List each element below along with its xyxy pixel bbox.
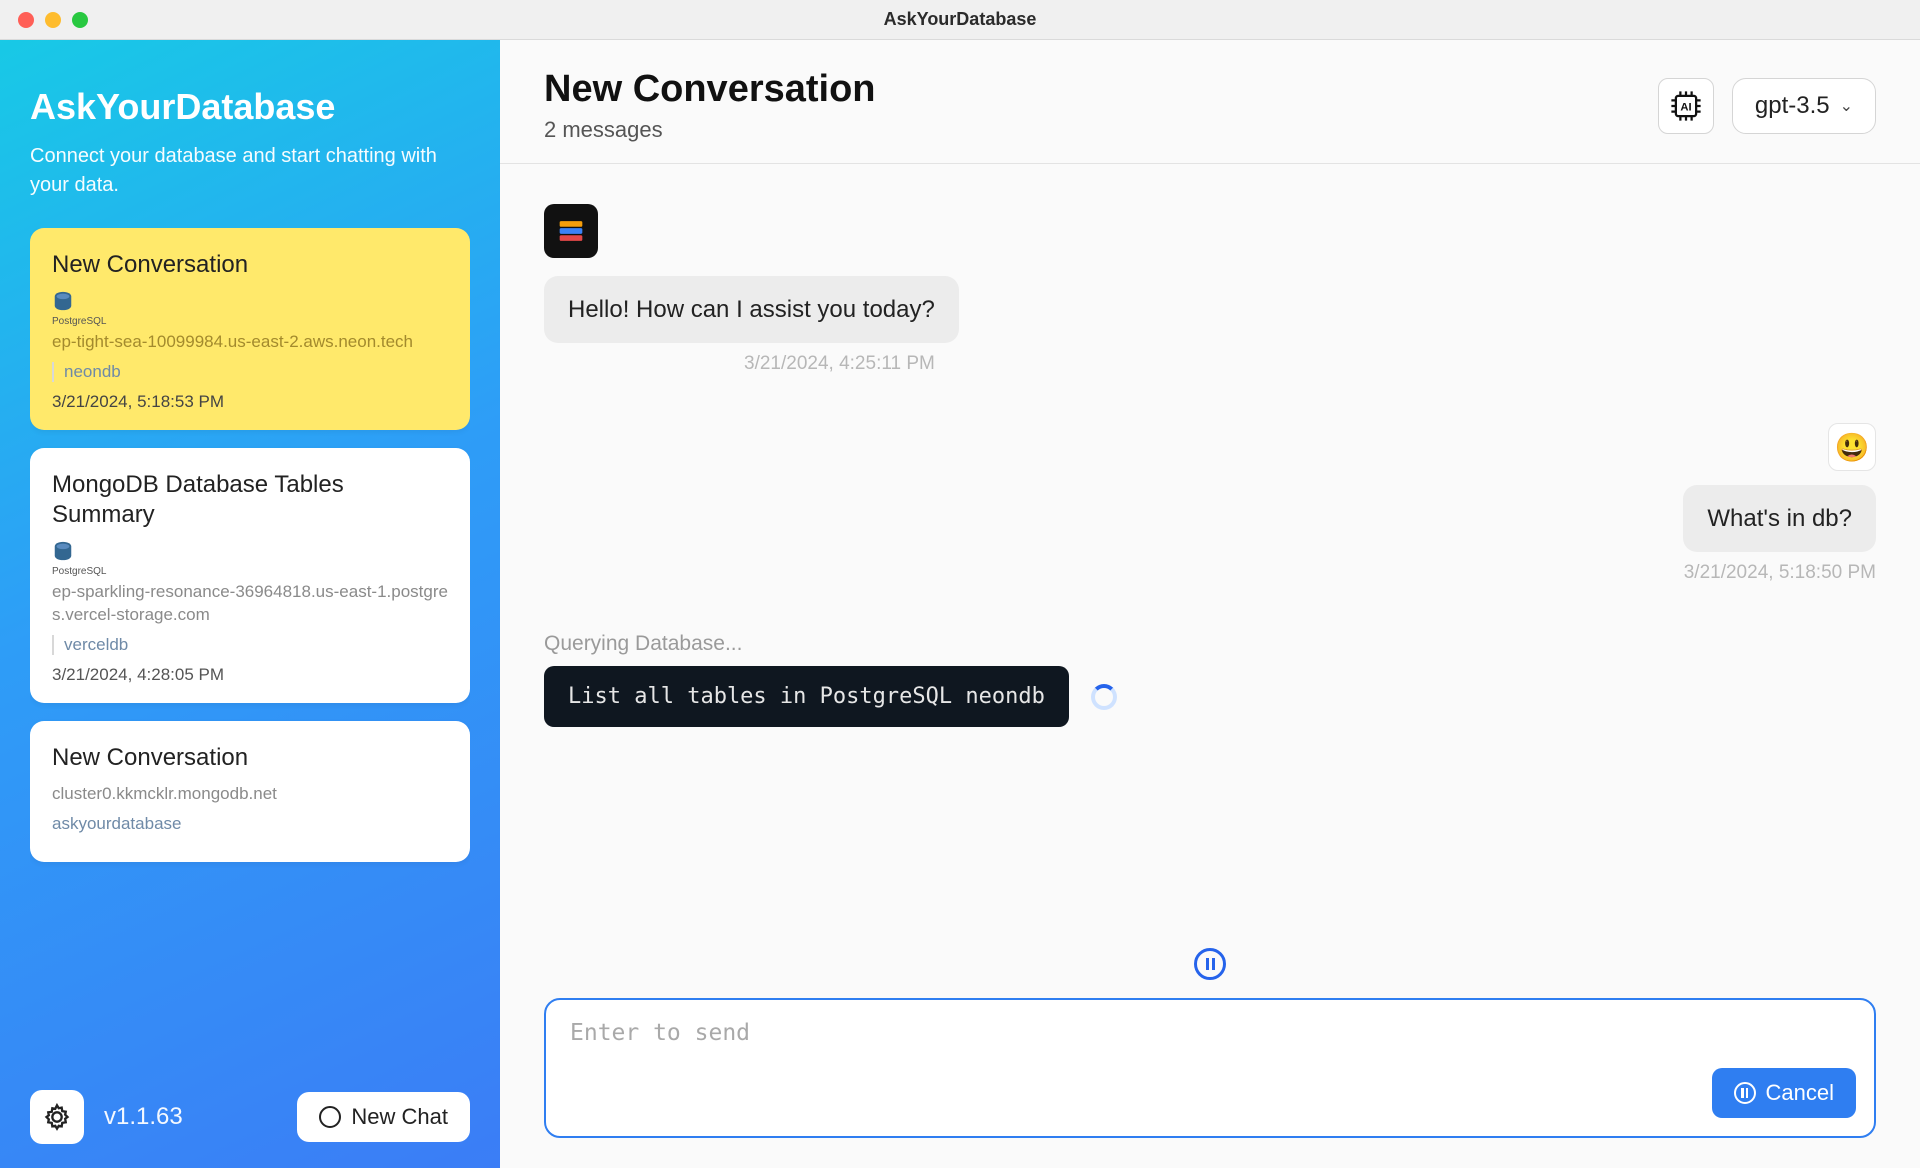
settings-button[interactable] xyxy=(30,1090,84,1144)
loading-spinner-icon xyxy=(1091,684,1117,710)
new-chat-button[interactable]: + New Chat xyxy=(297,1092,470,1142)
db-engine-label: PostgreSQL xyxy=(52,566,448,577)
message-input[interactable] xyxy=(570,1020,1850,1090)
cancel-label: Cancel xyxy=(1766,1080,1834,1106)
chat-panel: New Conversation 2 messages AI gpt-3.5 xyxy=(500,40,1920,1168)
query-progress-block: Querying Database... List all tables in … xyxy=(544,632,1876,727)
pause-icon xyxy=(1206,958,1215,970)
window-titlebar: AskYourDatabase xyxy=(0,0,1920,40)
minimize-window-button[interactable] xyxy=(45,12,61,28)
window-title: AskYourDatabase xyxy=(0,9,1920,30)
query-status-label: Querying Database... xyxy=(544,632,1876,656)
conversation-card[interactable]: New Conversation PostgreSQL ep-tight-sea… xyxy=(30,228,470,430)
conversation-card[interactable]: New Conversation cluster0.kkmcklr.mongod… xyxy=(30,721,470,862)
chat-messages[interactable]: Hello! How can I assist you today? 3/21/… xyxy=(500,164,1920,948)
conversation-timestamp: 3/21/2024, 5:18:53 PM xyxy=(52,392,448,412)
new-chat-label: New Chat xyxy=(351,1104,448,1130)
user-message: 😃 What's in db? 3/21/2024, 5:18:50 PM xyxy=(544,423,1876,584)
message-composer: Cancel xyxy=(544,998,1876,1138)
model-name: gpt-3.5 xyxy=(1755,92,1830,120)
cancel-button[interactable]: Cancel xyxy=(1712,1068,1856,1118)
conversation-title: MongoDB Database Tables Summary xyxy=(52,470,448,530)
message-bubble: What's in db? xyxy=(1683,485,1876,552)
ai-provider-button[interactable]: AI xyxy=(1658,78,1714,134)
message-bubble: Hello! How can I assist you today? xyxy=(544,276,959,343)
chat-subtitle: 2 messages xyxy=(544,117,1658,143)
chat-header: New Conversation 2 messages AI gpt-3.5 xyxy=(500,40,1920,164)
message-time: 3/21/2024, 5:18:50 PM xyxy=(1684,562,1876,584)
query-code: List all tables in PostgreSQL neondb xyxy=(544,666,1069,727)
maximize-window-button[interactable] xyxy=(72,12,88,28)
svg-text:AI: AI xyxy=(1680,101,1691,113)
db-name: verceldb xyxy=(52,635,448,655)
sidebar-footer: v1.1.63 + New Chat xyxy=(30,1090,470,1144)
window-controls xyxy=(18,12,88,28)
db-name: neondb xyxy=(52,362,448,382)
db-engine-label: PostgreSQL xyxy=(52,316,448,327)
conversation-title: New Conversation xyxy=(52,743,448,773)
db-name: askyourdatabase xyxy=(52,814,448,834)
user-avatar: 😃 xyxy=(1828,423,1876,471)
book-stack-icon xyxy=(554,214,588,248)
db-host: cluster0.kkmcklr.mongodb.net xyxy=(52,783,448,806)
brand-title: AskYourDatabase xyxy=(30,86,470,128)
assistant-message: Hello! How can I assist you today? 3/21/… xyxy=(544,204,1876,375)
db-host: ep-tight-sea-10099984.us-east-2.aws.neon… xyxy=(52,331,448,354)
plus-icon: + xyxy=(319,1106,341,1128)
postgresql-icon xyxy=(52,290,74,312)
sidebar: AskYourDatabase Connect your database an… xyxy=(0,40,500,1168)
chevron-down-icon: ⌄ xyxy=(1840,96,1853,116)
brand-tagline: Connect your database and start chatting… xyxy=(30,142,450,200)
conversation-list: New Conversation PostgreSQL ep-tight-sea… xyxy=(30,228,470,1070)
pause-icon xyxy=(1734,1082,1756,1104)
chat-title: New Conversation xyxy=(544,68,1658,111)
assistant-avatar xyxy=(544,204,598,258)
close-window-button[interactable] xyxy=(18,12,34,28)
gear-icon xyxy=(43,1103,71,1131)
db-host: ep-sparkling-resonance-36964818.us-east-… xyxy=(52,581,448,627)
version-label: v1.1.63 xyxy=(104,1103,277,1131)
message-time: 3/21/2024, 4:25:11 PM xyxy=(744,353,935,375)
model-selector[interactable]: gpt-3.5 ⌄ xyxy=(1732,78,1876,134)
conversation-card[interactable]: MongoDB Database Tables Summary PostgreS… xyxy=(30,448,470,703)
ai-chip-icon: AI xyxy=(1668,88,1704,124)
pause-button[interactable] xyxy=(1194,948,1226,980)
conversation-title: New Conversation xyxy=(52,250,448,280)
postgresql-icon xyxy=(52,540,74,562)
conversation-timestamp: 3/21/2024, 4:28:05 PM xyxy=(52,665,448,685)
